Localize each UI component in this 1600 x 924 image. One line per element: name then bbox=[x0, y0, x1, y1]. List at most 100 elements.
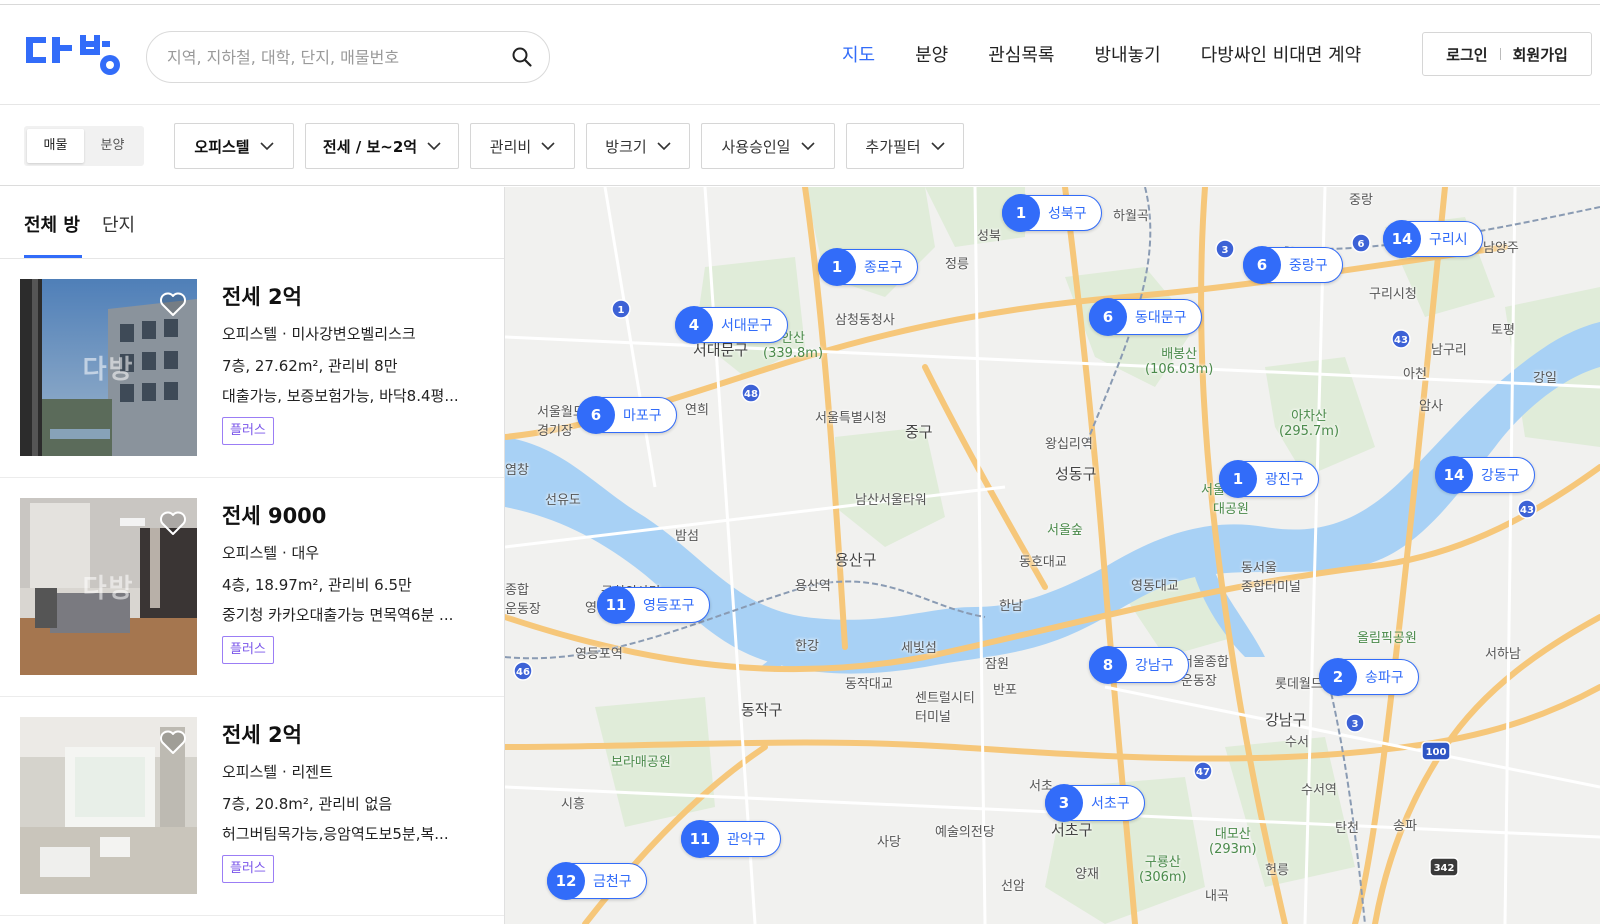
segment-listing[interactable]: 매물 bbox=[27, 129, 84, 163]
favorite-heart-icon[interactable] bbox=[159, 510, 187, 536]
filter-more[interactable]: 추가필터 bbox=[846, 123, 964, 169]
map-place-label: 송파 bbox=[1393, 819, 1417, 834]
map-place-label: 서하남 bbox=[1485, 647, 1521, 662]
road-shield-icon: 1 bbox=[611, 299, 631, 319]
cluster-pin[interactable]: 2 송파구 bbox=[1319, 658, 1419, 696]
filter-room-size[interactable]: 방크기 bbox=[586, 123, 690, 169]
map-place-label: 종합 운동장 bbox=[505, 583, 541, 617]
map-place-label: 서울숲 bbox=[1047, 523, 1083, 538]
cluster-count: 1 bbox=[1002, 194, 1040, 232]
main-nav: 지도 분양 관심목록 방내놓기 다방싸인 비대면 계약 bbox=[842, 41, 1361, 71]
cluster-pin[interactable]: 6 중랑구 bbox=[1243, 246, 1343, 284]
cluster-district-name: 강동구 bbox=[1481, 468, 1520, 484]
map-place-label: 탄천 bbox=[1335, 821, 1359, 836]
chevron-down-icon bbox=[657, 141, 671, 150]
listing-details: 4층, 18.97m², 관리비 6.5만 bbox=[222, 576, 412, 594]
tab-complex[interactable]: 단지 bbox=[102, 211, 135, 237]
listing-type-name: 오피스텔 · 대우 bbox=[222, 544, 320, 562]
filter-maintenance-fee[interactable]: 관리비 bbox=[470, 123, 575, 169]
nav-list-room[interactable]: 방내놓기 bbox=[1095, 41, 1161, 71]
cluster-district-name: 광진구 bbox=[1265, 472, 1304, 488]
map-place-label: 보라매공원 bbox=[611, 755, 671, 770]
road-shield-icon: 342 bbox=[1429, 857, 1459, 877]
listing-photo[interactable] bbox=[20, 717, 197, 894]
chevron-down-icon bbox=[427, 141, 441, 150]
nav-map[interactable]: 지도 bbox=[842, 41, 875, 71]
listing-description: 허그버팀목가능,응암역도보5분,복... bbox=[222, 825, 449, 843]
nav-presale[interactable]: 분양 bbox=[915, 41, 948, 71]
filter-room-type[interactable]: 오피스텔 bbox=[174, 123, 294, 169]
favorite-heart-icon[interactable] bbox=[159, 729, 187, 755]
listing-price: 전세 2억 bbox=[222, 723, 302, 747]
map-place-label: 용산구 bbox=[835, 551, 877, 569]
listing-description: 중기청 카카오대출가능 면목역6분 ... bbox=[222, 606, 454, 624]
map-place-label: 올림픽공원 bbox=[1357, 631, 1417, 646]
filter-deal-type[interactable]: 전세 / 보~2억 bbox=[305, 123, 459, 169]
segment-presale[interactable]: 분양 bbox=[84, 129, 141, 163]
filter-label: 추가필터 bbox=[865, 137, 921, 156]
listing-photo[interactable]: 다방 bbox=[20, 279, 197, 456]
listing-type-name: 오피스텔 · 리젠트 bbox=[222, 763, 333, 781]
logo-glyph-icon bbox=[26, 35, 120, 75]
cluster-pin[interactable]: 1 종로구 bbox=[818, 248, 918, 286]
dabang-logo[interactable] bbox=[24, 33, 126, 77]
map-place-label: 구룡산 (306m) bbox=[1139, 855, 1187, 885]
nav-favorites[interactable]: 관심목록 bbox=[988, 41, 1054, 71]
listing-photo[interactable]: 다방 bbox=[20, 498, 197, 675]
map-place-label: 양재 bbox=[1075, 867, 1099, 882]
cluster-count: 14 bbox=[1383, 220, 1421, 258]
map-place-label: 서울특별시청 bbox=[815, 411, 887, 426]
cluster-pin[interactable]: 11 영등포구 bbox=[597, 586, 710, 624]
listing-card[interactable]: 다방 전세 9000 오피스텔 · 대우 4층, 18.97m², 관리비 6.… bbox=[0, 478, 504, 697]
cluster-district-name: 영등포구 bbox=[643, 598, 695, 614]
auth-divider bbox=[1499, 48, 1501, 60]
signup-button[interactable]: 회원가입 bbox=[1513, 44, 1568, 65]
listing-description: 대출가능, 보증보험가능, 바닥8.4평... bbox=[222, 387, 459, 405]
map-place-label: 강남구 bbox=[1265, 711, 1307, 729]
cluster-pin[interactable]: 8 강남구 bbox=[1089, 646, 1189, 684]
map-place-label: 강일 bbox=[1533, 371, 1557, 386]
cluster-count: 6 bbox=[1243, 246, 1281, 284]
cluster-count: 6 bbox=[1089, 298, 1127, 336]
filter-label: 사용승인일 bbox=[721, 137, 791, 156]
map-place-label: 시흥 bbox=[561, 797, 585, 812]
cluster-pin[interactable]: 4 서대문구 bbox=[675, 306, 788, 344]
filter-approval-date[interactable]: 사용승인일 bbox=[701, 123, 835, 169]
map-place-label: 선암 bbox=[1001, 879, 1025, 894]
cluster-count: 6 bbox=[577, 396, 615, 434]
cluster-pin[interactable]: 11 관악구 bbox=[681, 820, 781, 858]
map-place-label: 하월곡 bbox=[1113, 209, 1149, 224]
tab-all-rooms[interactable]: 전체 방 bbox=[24, 211, 80, 237]
watermark: 다방 bbox=[82, 355, 135, 385]
cluster-pin[interactable]: 3 서초구 bbox=[1045, 784, 1145, 822]
map-place-label: 암사 bbox=[1419, 399, 1443, 414]
chevron-down-icon bbox=[260, 141, 274, 150]
login-button[interactable]: 로그인 bbox=[1446, 44, 1487, 65]
cluster-pin[interactable]: 1 광진구 bbox=[1219, 460, 1319, 498]
search-input[interactable] bbox=[167, 44, 497, 70]
cluster-pin[interactable]: 14 구리시 bbox=[1383, 220, 1483, 258]
listing-card[interactable]: 다방 전세 2억 오피스텔 · 미사강변오벨리스크 7층, 27.62m², 관… bbox=[0, 259, 504, 478]
search-icon[interactable] bbox=[511, 46, 533, 68]
svg-text:43: 43 bbox=[1394, 335, 1408, 346]
map-place-label: 배봉산 (106.03m) bbox=[1145, 347, 1214, 377]
cluster-pin[interactable]: 1 성북구 bbox=[1002, 194, 1102, 232]
cluster-pin[interactable]: 14 강동구 bbox=[1435, 456, 1535, 494]
map-view[interactable]: 하월곡 중랑 남양주 정릉 삼청동청사 구리시청 토평 남구리 아천 강일 암사 연희 서울특별시청 중구… bbox=[505, 187, 1600, 924]
favorite-heart-icon[interactable] bbox=[159, 291, 187, 317]
chevron-down-icon bbox=[931, 141, 945, 150]
map-place-label: 잠원 bbox=[985, 657, 1009, 672]
cluster-pin[interactable]: 12 금천구 bbox=[547, 862, 647, 900]
cluster-pin[interactable]: 6 마포구 bbox=[577, 396, 677, 434]
svg-text:1: 1 bbox=[618, 305, 625, 316]
cluster-pin[interactable]: 6 동대문구 bbox=[1089, 298, 1202, 336]
filter-label: 오피스텔 bbox=[194, 137, 250, 156]
plus-badge: 플러스 bbox=[222, 636, 274, 664]
map-place-label: 내곡 bbox=[1205, 889, 1229, 904]
cluster-district-name: 금천구 bbox=[593, 874, 632, 890]
svg-text:6: 6 bbox=[1358, 239, 1365, 250]
map-place-label: 영등포역 bbox=[575, 647, 623, 662]
map-place-label: 삼청동청사 bbox=[835, 313, 895, 328]
nav-dabang-sign[interactable]: 다방싸인 비대면 계약 bbox=[1201, 41, 1361, 71]
listing-card[interactable]: 전세 2억 오피스텔 · 리젠트 7층, 20.8m², 관리비 없음 허그버팀… bbox=[0, 697, 504, 916]
